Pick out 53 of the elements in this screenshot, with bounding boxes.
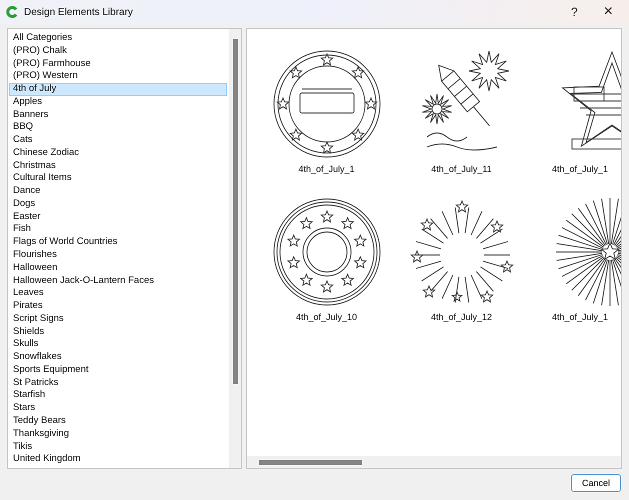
window-title: Design Elements Library [24,6,133,18]
vertical-scrollbar[interactable] [229,29,241,468]
category-item[interactable]: Cats [9,134,227,147]
category-item[interactable]: Dogs [9,198,227,211]
category-item[interactable]: Christmas [9,160,227,172]
category-item[interactable]: Banners [9,108,227,122]
design-thumbnail[interactable]: 4th_of_July_12 [394,197,529,345]
category-item[interactable]: Fish [9,223,227,236]
design-label: 4th_of_July_10 [296,312,358,322]
category-item[interactable]: Script Signs [9,312,227,326]
design-thumbnail[interactable]: 4th_of_July_1 [529,197,619,345]
cancel-button[interactable]: Cancel [571,474,621,492]
category-item[interactable]: Cultural Items [9,172,227,186]
category-item[interactable]: Flags of World Countries [9,236,227,250]
category-item[interactable]: (PRO) Western [9,70,227,84]
design-thumbnail[interactable]: 4th_of_July_1 [259,49,394,197]
category-item[interactable]: Pirates [9,300,227,313]
design-label: 4th_of_July_1 [552,164,608,174]
category-item[interactable]: Flourishes [9,249,227,262]
category-item[interactable]: United Kingdom [9,453,227,466]
design-label: 4th_of_July_1 [552,312,608,322]
category-item[interactable]: Leaves [9,287,227,300]
category-item[interactable]: Halloween [9,262,227,275]
category-item[interactable]: Starfish [9,389,227,402]
category-item[interactable]: Halloween Jack-O-Lantern Faces [9,274,227,288]
category-item[interactable]: All Categories [9,32,227,45]
category-item[interactable]: Tikis [9,440,227,454]
design-label: 4th_of_July_11 [431,164,492,174]
category-item[interactable]: Skulls [9,338,227,352]
horizontal-scrollbar[interactable] [247,456,621,468]
category-item[interactable]: Teddy Bears [9,414,227,428]
design-label: 4th_of_July_1 [298,164,355,174]
category-item[interactable]: Chinese Zodiac [9,146,227,160]
help-button[interactable]: ? [560,5,588,19]
category-item[interactable]: Shields [9,326,227,338]
category-item[interactable]: BBQ [9,121,227,134]
category-item[interactable]: 4th of July [9,83,227,96]
category-item[interactable]: Dance [9,185,227,198]
category-item[interactable]: Sports Equipment [9,364,227,377]
category-item[interactable]: Easter [9,210,227,224]
design-thumbnail[interactable]: 4th_of_July_10 [259,197,394,345]
category-item[interactable]: Thanksgiving [9,428,227,440]
design-thumbnail[interactable]: 4th_of_July_11 [394,49,529,197]
category-item[interactable]: (PRO) Farmhouse [9,58,227,70]
category-item[interactable]: St Patricks [9,376,227,390]
category-item[interactable]: (PRO) Chalk [9,44,227,58]
close-button[interactable]: × [594,3,623,21]
app-logo-icon [6,6,18,18]
category-item[interactable]: Apples [9,96,227,109]
category-item[interactable]: Stars [9,402,227,415]
category-item[interactable]: Snowflakes [9,351,227,364]
design-thumbnail[interactable]: 4th_of_July_1 [529,49,619,197]
design-label: 4th_of_July_12 [430,312,492,322]
